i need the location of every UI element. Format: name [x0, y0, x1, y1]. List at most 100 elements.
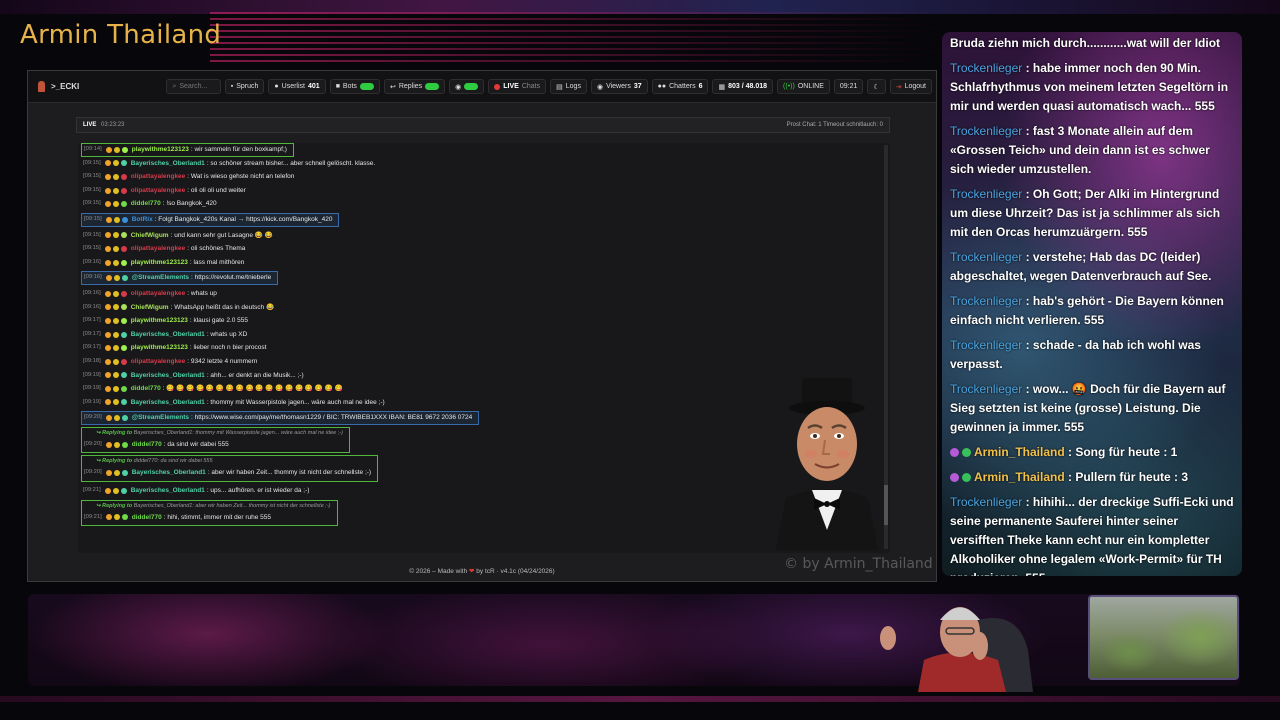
badge-icon: [104, 187, 111, 194]
verified-icon: [962, 448, 971, 458]
badge-icon: [105, 275, 112, 282]
bottle-icon: [38, 81, 45, 92]
overlay-text: : Pullern für heute : 3: [1064, 470, 1189, 484]
badge-icon: [120, 232, 127, 239]
chat-message: [09:14] playwithme123123: wir sammeln für…: [81, 143, 294, 157]
logs-button[interactable]: ▤ Logs: [550, 79, 587, 94]
message-user[interactable]: Bayerisches_Oberland1: [131, 369, 205, 383]
message-time: [09:19]: [83, 385, 101, 392]
chat-message: [09:19] Bayerisches_Oberland1: thommy mit…: [81, 396, 881, 410]
message-user[interactable]: playwithme123123: [131, 314, 188, 328]
message-user[interactable]: olipattayalengkee: [131, 242, 186, 256]
badge-icon: [104, 358, 111, 365]
message-user[interactable]: olipattayalengkee: [131, 184, 186, 198]
message-text: : 9342 letzte 4 nummern: [187, 357, 258, 365]
message-user[interactable]: Bayerisches_Oberland1: [131, 328, 205, 342]
message-user[interactable]: @StreamElements: [132, 411, 189, 425]
message-user[interactable]: Bayerisches_Oberland1: [131, 396, 205, 410]
badge-icon: [113, 514, 120, 521]
overlay-user: Trockenlieger: [950, 495, 1023, 509]
sound-icon: ◉: [455, 83, 462, 91]
chat-scrollbar[interactable]: [884, 145, 888, 549]
live-badge: LIVE 03:23:23: [83, 122, 124, 128]
badge-icon: [112, 317, 119, 324]
sound-switch[interactable]: [464, 83, 479, 90]
watermark: © by Armin_Thailand: [784, 556, 933, 572]
message-user[interactable]: olipattayalengkee: [131, 287, 186, 301]
message-user[interactable]: olipattayalengkee: [131, 355, 186, 369]
message-time: [09:15]: [83, 245, 101, 252]
message-user[interactable]: ChiefWigum: [131, 301, 169, 315]
message-user[interactable]: olipattayalengkee: [131, 170, 186, 184]
badge-icon: [120, 290, 127, 297]
message-user[interactable]: Bayerisches_Oberland1: [131, 484, 205, 498]
chat-message: [09:15] Bayerisches_Oberland1: so schöner…: [81, 157, 881, 171]
brand[interactable]: >_ECKI: [38, 81, 166, 92]
chatters-badge[interactable]: ●● Chatters 6: [651, 79, 709, 94]
badge-icon: [121, 275, 128, 282]
mic-icon: [950, 448, 959, 458]
spruch-button[interactable]: ▪ Spruch: [224, 79, 265, 94]
badge-icon: [113, 470, 120, 477]
message-user[interactable]: Bayerisches_Oberland1: [132, 466, 206, 480]
mascot-portrait: [770, 370, 882, 550]
overlay-message: Trockenlieger : wow... 🤬 Doch für die Ba…: [942, 378, 1242, 441]
bots-toggle[interactable]: ■ Bots: [329, 79, 380, 94]
replies-label: Replies: [398, 83, 423, 90]
badge-icon: [120, 358, 127, 365]
replies-toggle[interactable]: ↩ Replies: [383, 79, 446, 94]
search-input[interactable]: ⌕ Search...: [166, 79, 221, 94]
overlay-message: Trockenlieger : hihihi... der dreckige S…: [942, 491, 1242, 576]
badge-icon: [113, 275, 120, 282]
sound-toggle[interactable]: ◉: [449, 79, 485, 94]
message-user[interactable]: Bayerisches_Oberland1: [131, 157, 205, 171]
message-user[interactable]: playwithme123123: [131, 341, 188, 355]
overlay-user: Armin_Thailand: [974, 470, 1065, 484]
theme-toggle[interactable]: ☾: [867, 79, 886, 94]
badge-icon: [120, 487, 127, 494]
logout-button[interactable]: ⇥ Logout: [889, 79, 932, 94]
badge-icon: [104, 160, 111, 167]
chat-log[interactable]: [09:14] playwithme123123: wir sammeln für…: [78, 143, 890, 553]
coins-badge[interactable]: ▦ 803 / 48.018: [712, 79, 774, 94]
message-user[interactable]: diddel770: [131, 382, 161, 396]
viewers-label: Viewers: [606, 83, 631, 90]
message-user[interactable]: playwithme123123: [132, 143, 189, 157]
message-time: [09:17]: [83, 317, 101, 324]
badge-icon: [121, 514, 128, 521]
message-user[interactable]: diddel770: [132, 511, 162, 525]
message-user[interactable]: diddel770: [132, 438, 162, 452]
chat-message: [09:15] olipattayalengkee: oli schönes Th…: [81, 242, 881, 256]
message-user[interactable]: @StreamElements: [132, 271, 189, 285]
message-time: [09:16]: [83, 258, 101, 265]
clock-time: 09:21: [839, 83, 858, 90]
chat-scrollbar-thumb[interactable]: [884, 485, 888, 525]
overlay-message: Trockenlieger : schade - da hab ich wohl…: [942, 334, 1242, 378]
overlay-message: Armin_Thailand : Song für heute : 1: [942, 441, 1242, 466]
message-time: [09:17]: [83, 344, 101, 351]
chat-message: [09:15] ChiefWigum: und kann sehr gut Las…: [81, 229, 881, 243]
message-user[interactable]: diddel770: [131, 197, 161, 211]
badge-icon: [113, 146, 120, 153]
message-text: : Wat is wieso gehste nicht an telefon: [187, 173, 295, 181]
badge-icon: [104, 331, 111, 338]
bots-switch[interactable]: [359, 83, 374, 90]
chat-message: [09:15] diddel770: !so Bangkok_420: [81, 197, 881, 211]
reply-prefix: ↪ Replying to: [96, 458, 133, 465]
coins-value: 803 / 48.018: [728, 83, 768, 90]
viewers-badge[interactable]: ◉ Viewers 37: [590, 79, 648, 94]
badge-icon: [112, 187, 119, 194]
live-chats-dropdown[interactable]: LIVE Chats: [488, 79, 547, 94]
badge-icon: [121, 470, 128, 477]
badge-icon: [112, 331, 119, 338]
badge-icon: [112, 385, 119, 392]
message-user[interactable]: playwithme123123: [131, 256, 188, 270]
reply-message-group: ↪ Replying to diddel770: da sind wir dab…: [81, 455, 379, 483]
userlist-button[interactable]: ● Userlist 401: [268, 79, 326, 94]
message-user[interactable]: ChiefWigum: [131, 229, 169, 243]
chat-message: [09:16] olipattayalengkee: whats up: [81, 287, 881, 301]
replies-switch[interactable]: [425, 83, 440, 90]
live-status-bar: LIVE 03:23:23 Prost Chat: 1 Timeout schn…: [76, 117, 890, 133]
message-user[interactable]: BotRix: [132, 213, 153, 227]
message-time: [09:14]: [84, 146, 102, 152]
